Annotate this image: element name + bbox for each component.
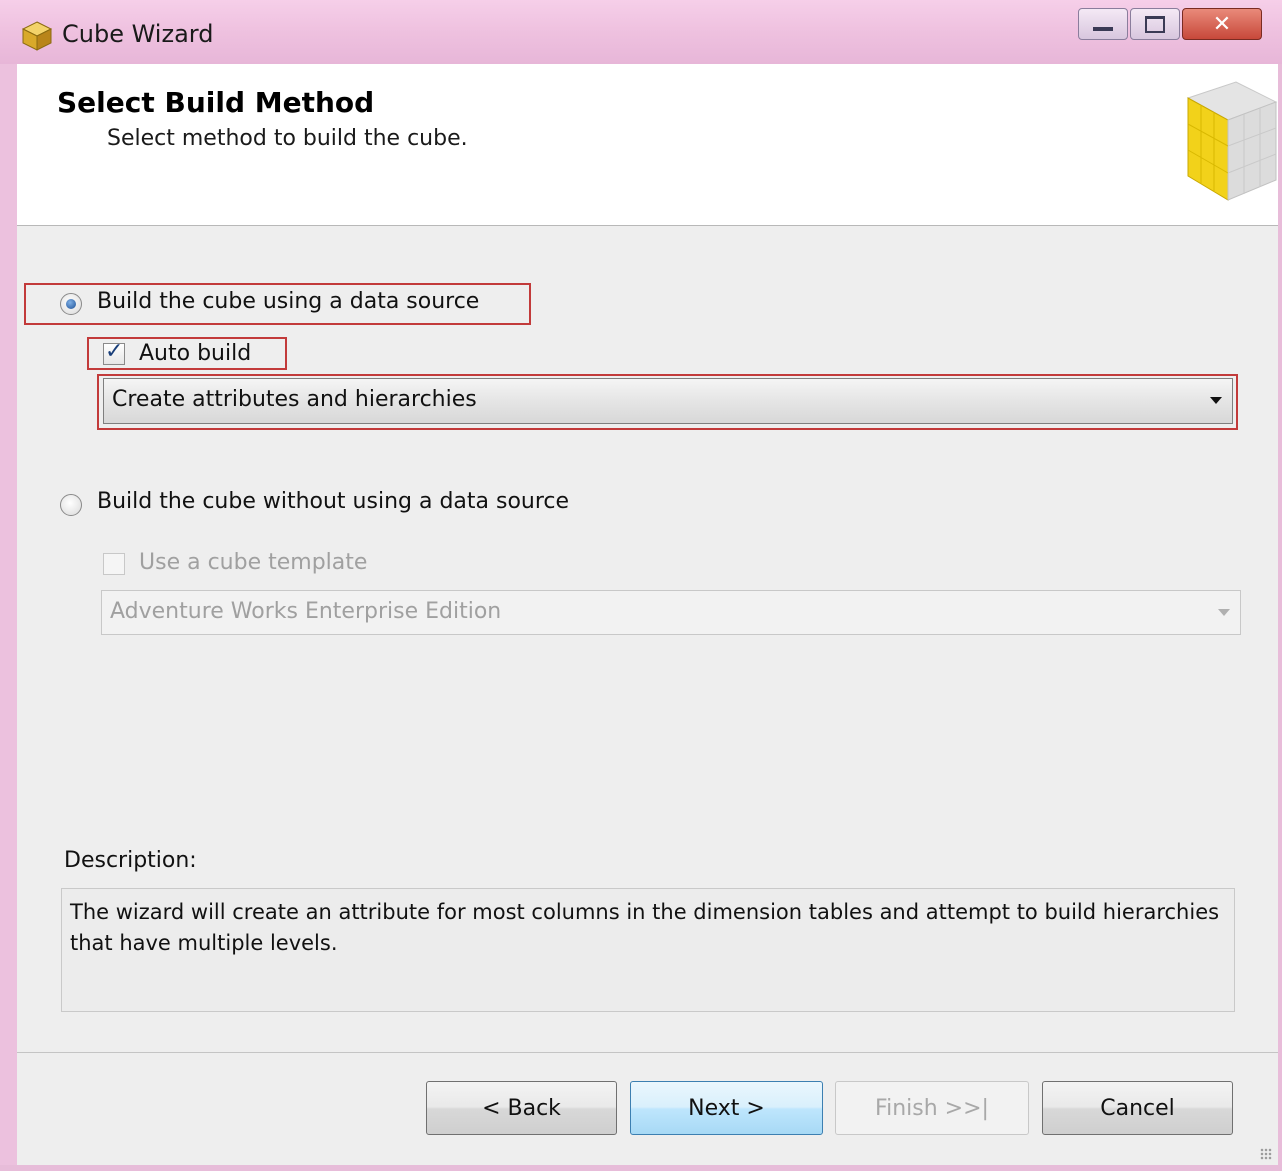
window-frame-bottom bbox=[0, 1165, 1282, 1171]
close-icon: ✕ bbox=[1212, 11, 1232, 37]
minimize-button[interactable] bbox=[1078, 8, 1128, 40]
template-value: Adventure Works Enterprise Edition bbox=[110, 599, 502, 624]
finish-button[interactable]: Finish >>| bbox=[835, 1081, 1029, 1135]
next-button[interactable]: Next > bbox=[630, 1081, 823, 1135]
auto-build-mode-dropdown[interactable]: Create attributes and hierarchies bbox=[103, 378, 1233, 424]
use-data-source-radio[interactable] bbox=[60, 293, 82, 315]
without-data-source-radio[interactable] bbox=[60, 494, 82, 516]
chevron-down-icon bbox=[1218, 609, 1230, 616]
window-controls: ✕ bbox=[1076, 8, 1262, 42]
close-button[interactable]: ✕ bbox=[1182, 8, 1262, 40]
page-title: Select Build Method bbox=[57, 86, 375, 119]
window-title: Cube Wizard bbox=[62, 20, 214, 48]
window-frame-right bbox=[1278, 64, 1282, 1171]
cancel-button[interactable]: Cancel bbox=[1042, 1081, 1233, 1135]
description-text: The wizard will create an attribute for … bbox=[61, 888, 1235, 1012]
window-frame-left bbox=[0, 64, 17, 1171]
maximize-icon bbox=[1131, 9, 1179, 39]
without-data-source-label[interactable]: Build the cube without using a data sour… bbox=[97, 489, 569, 514]
back-button[interactable]: < Back bbox=[426, 1081, 617, 1135]
template-dropdown[interactable]: Adventure Works Enterprise Edition bbox=[101, 590, 1241, 635]
cube-graphic-icon bbox=[1186, 81, 1278, 201]
checkmark-icon: ✓ bbox=[105, 339, 124, 364]
use-template-checkbox[interactable] bbox=[103, 553, 125, 575]
auto-build-checkbox[interactable]: ✓ bbox=[103, 339, 125, 365]
resize-grip-icon[interactable] bbox=[1260, 1148, 1272, 1160]
wizard-footer: < Back Next > Finish >>| Cancel bbox=[17, 1052, 1278, 1166]
wizard-content: Build the cube using a data source ✓ Aut… bbox=[17, 226, 1278, 1052]
use-data-source-label[interactable]: Build the cube using a data source bbox=[97, 289, 479, 314]
page-subtitle: Select method to build the cube. bbox=[107, 126, 468, 151]
title-bar[interactable]: Cube Wizard ✕ bbox=[0, 0, 1282, 65]
minimize-icon bbox=[1079, 9, 1127, 39]
cube-wizard-window: Cube Wizard ✕ Select Build Method Select… bbox=[0, 0, 1282, 1171]
maximize-button[interactable] bbox=[1130, 8, 1180, 40]
chevron-down-icon bbox=[1210, 397, 1222, 404]
cube-icon bbox=[21, 21, 53, 51]
auto-build-label[interactable]: Auto build bbox=[139, 341, 251, 366]
auto-build-mode-value: Create attributes and hierarchies bbox=[112, 387, 477, 412]
description-label: Description: bbox=[64, 848, 197, 873]
wizard-header: Select Build Method Select method to bui… bbox=[17, 64, 1278, 226]
use-template-label: Use a cube template bbox=[139, 550, 368, 575]
